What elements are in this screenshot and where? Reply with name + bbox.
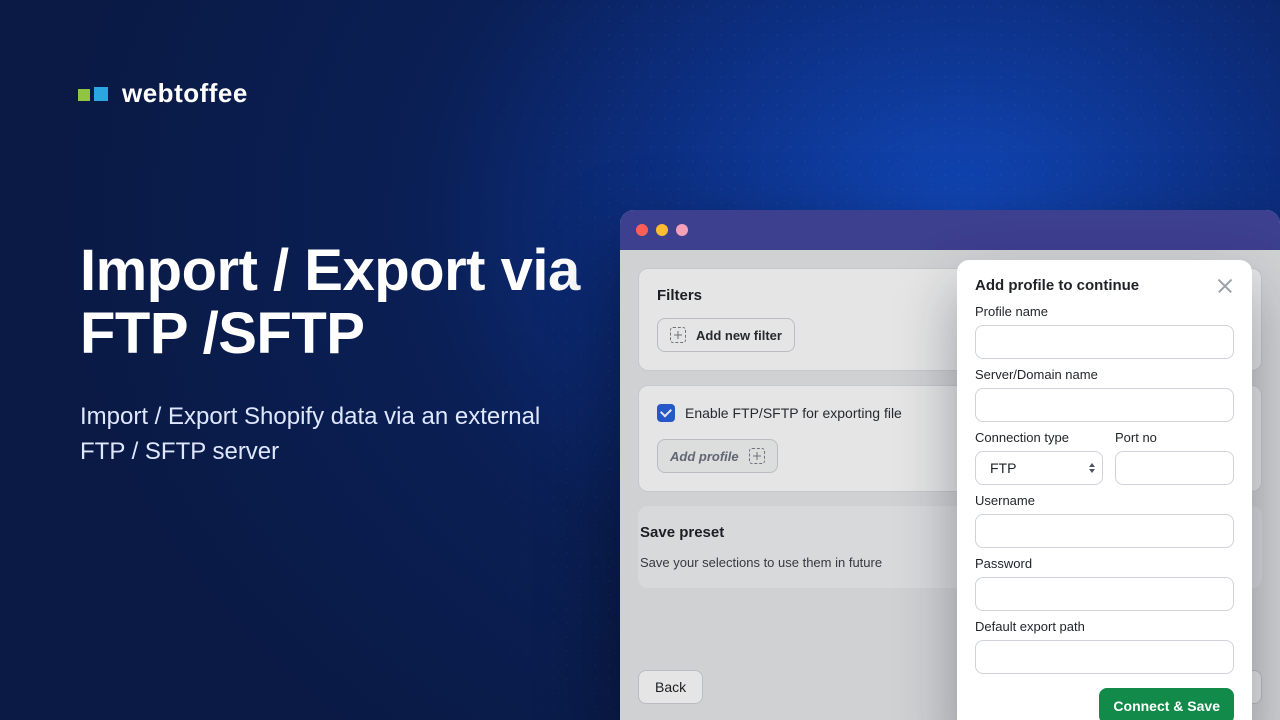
connection-type-value[interactable] (975, 451, 1103, 485)
modal-title: Add profile to continue (975, 277, 1139, 294)
add-filter-button[interactable]: Add new filter (657, 318, 795, 352)
promo-slide: webtoffee Import / Export via FTP /SFTP … (0, 0, 1280, 720)
add-profile-modal: Add profile to continue Profile name Ser… (957, 260, 1252, 720)
label-password: Password (975, 556, 1234, 571)
label-port-no: Port no (1115, 430, 1234, 445)
label-profile-name: Profile name (975, 304, 1234, 319)
back-button[interactable]: Back (638, 670, 703, 704)
enable-ftp-label: Enable FTP/SFTP for exporting file (685, 405, 902, 421)
logo-mark-icon (78, 87, 108, 101)
app-window: Filters Add new filter Enable FTP/SFTP f… (620, 210, 1280, 720)
traffic-light-min-icon[interactable] (656, 224, 668, 236)
select-caret-icon (1089, 463, 1095, 473)
label-connection-type: Connection type (975, 430, 1103, 445)
app-body: Filters Add new filter Enable FTP/SFTP f… (620, 250, 1280, 720)
hero-title: Import / Export via FTP /SFTP (80, 240, 600, 365)
label-username: Username (975, 493, 1234, 508)
connect-save-button[interactable]: Connect & Save (1099, 688, 1234, 720)
label-server-domain: Server/Domain name (975, 367, 1234, 382)
brand-logo: webtoffee (78, 78, 248, 109)
enable-ftp-checkbox[interactable]: Enable FTP/SFTP for exporting file (657, 404, 902, 422)
add-profile-label: Add profile (670, 449, 739, 464)
traffic-light-max-icon[interactable] (676, 224, 688, 236)
username-field[interactable] (975, 514, 1234, 548)
window-titlebar (620, 210, 1280, 250)
add-filter-label: Add new filter (696, 328, 782, 343)
checkbox-checked-icon (657, 404, 675, 422)
close-icon[interactable] (1216, 276, 1234, 294)
default-export-path-field[interactable] (975, 640, 1234, 674)
hero-subtitle: Import / Export Shopify data via an exte… (80, 400, 560, 470)
connection-type-select[interactable] (975, 451, 1103, 485)
password-field[interactable] (975, 577, 1234, 611)
plus-icon (749, 448, 765, 464)
port-no-field[interactable] (1115, 451, 1234, 485)
profile-name-field[interactable] (975, 325, 1234, 359)
add-profile-button[interactable]: Add profile (657, 439, 778, 473)
label-default-export-path: Default export path (975, 619, 1234, 634)
brand-name: webtoffee (122, 78, 248, 109)
plus-icon (670, 327, 686, 343)
server-domain-field[interactable] (975, 388, 1234, 422)
traffic-light-close-icon[interactable] (636, 224, 648, 236)
